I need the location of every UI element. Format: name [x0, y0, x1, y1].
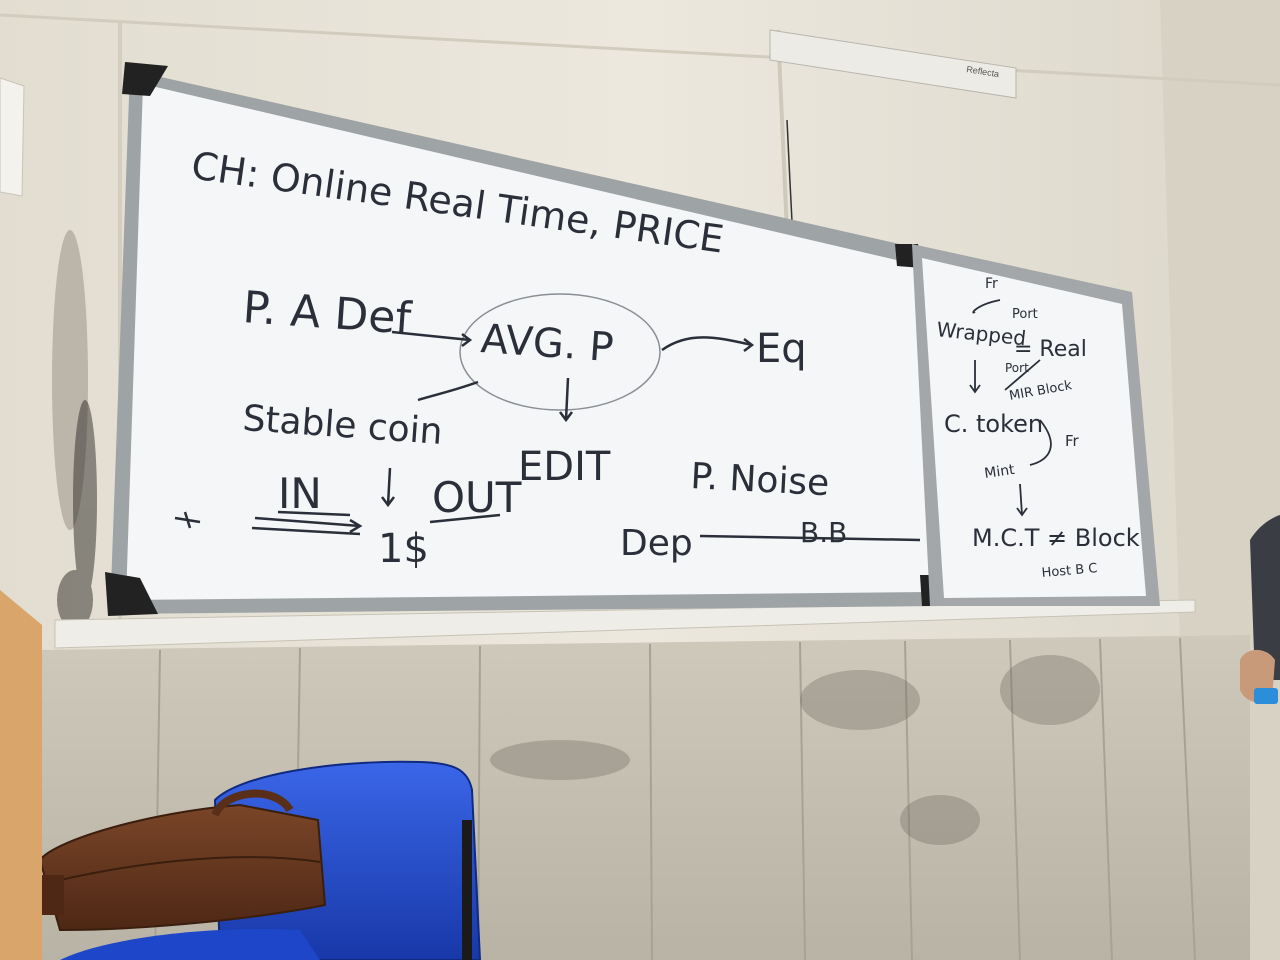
in: IN: [278, 469, 322, 518]
side-real: = Real: [1014, 337, 1087, 362]
side-c-token: C. token: [944, 410, 1043, 438]
side-fr-top: Fr: [985, 276, 998, 292]
wooden-cabinet: [0, 590, 42, 960]
bb: B.B: [800, 516, 847, 549]
dep: Dep: [620, 523, 693, 564]
classroom-scene: Reflecta CH: Online Real Time, PRICE P. …: [0, 0, 1280, 960]
eq: Eq: [756, 326, 807, 372]
one-dollar: 1$: [378, 526, 429, 572]
classroom-illustration: Reflecta CH: Online Real Time, PRICE P. …: [0, 0, 1280, 960]
side-fr-2: Fr: [1065, 432, 1080, 450]
out: OUT: [432, 473, 522, 522]
avg-p: AVG. P: [479, 316, 615, 371]
side-port-1: Port: [1012, 307, 1038, 322]
p-noise: P. Noise: [690, 456, 831, 504]
side-mct: M.C.T ≠ Block: [972, 524, 1140, 552]
edit: EDIT: [518, 444, 611, 490]
paper-note: [0, 77, 25, 197]
